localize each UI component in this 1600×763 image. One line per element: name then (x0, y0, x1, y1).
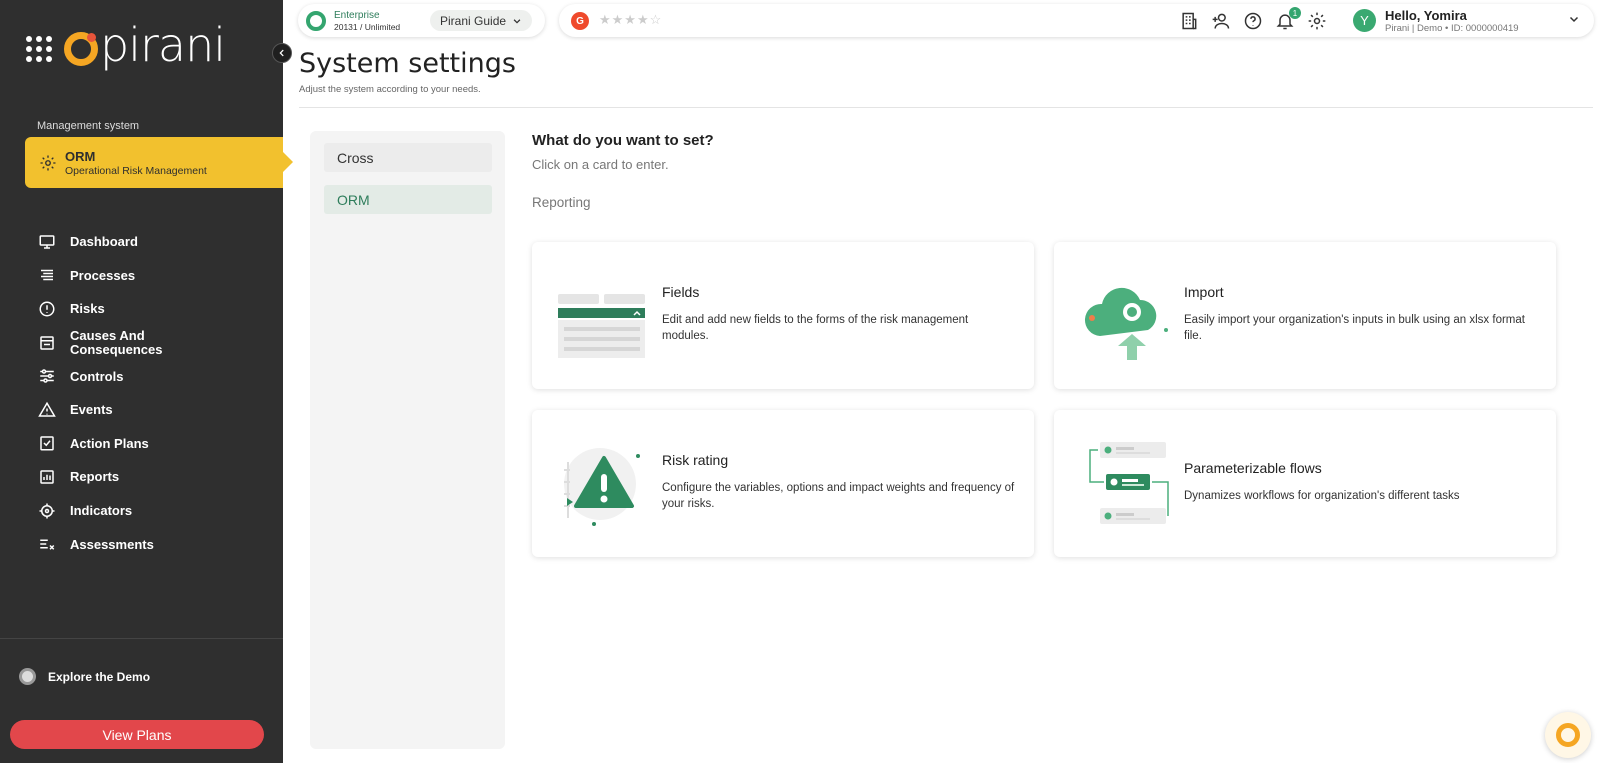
sidebar-item-processes[interactable]: Processes (38, 259, 268, 293)
settings-question: What do you want to set? (532, 132, 714, 149)
notification-badge: 1 (1289, 7, 1301, 19)
sidebar-item-label: Causes And Consequences (70, 327, 163, 357)
sidebar-item-label: Action Plans (70, 435, 149, 451)
assistant-launcher-button[interactable] (1545, 712, 1591, 758)
brand-row: pirani (26, 22, 226, 68)
avatar[interactable]: Y (1353, 9, 1376, 32)
sidebar-item-reports[interactable]: Reports (38, 460, 268, 494)
settings-category-panel: Cross ORM (310, 131, 505, 749)
enterprise-logo-icon (306, 10, 326, 31)
category-cross[interactable]: Cross (324, 143, 492, 172)
page-title: System settings (299, 48, 516, 79)
active-system-subtitle: Operational Risk Management (65, 164, 207, 177)
page-subtitle: Adjust the system according to your need… (299, 84, 481, 95)
pirani-guide-label: Pirani Guide (440, 13, 507, 28)
apps-grid-icon[interactable] (26, 36, 52, 62)
sidebar-item-risks[interactable]: Risks (38, 292, 268, 326)
pirani-guide-dropdown[interactable]: Pirani Guide (430, 10, 533, 31)
risk-warning-icon (564, 448, 640, 526)
card-title: Fields (662, 284, 700, 300)
sidebar-item-causes-and-consequences[interactable]: Causes And Consequences (38, 326, 268, 360)
card-parameterizable-flows[interactable]: Parameterizable flows Dynamizes workflow… (1054, 410, 1556, 557)
crosshair-icon (39, 503, 55, 519)
chevron-left-icon (279, 49, 284, 57)
pirani-logo-icon (64, 32, 98, 66)
sidebar-item-label: Events (70, 402, 113, 418)
sidebar-divider (0, 638, 283, 639)
monitor-icon (39, 235, 55, 249)
bar-chart-icon (40, 470, 54, 484)
header-divider (299, 107, 1593, 108)
category-orm[interactable]: ORM (324, 185, 492, 214)
sidebar-item-label: Indicators (70, 503, 133, 519)
card-description: Easily import your organization's inputs… (1184, 314, 1525, 342)
add-user-icon[interactable] (1211, 11, 1231, 31)
card-description: Dynamizes workflows for organization's d… (1184, 490, 1460, 502)
card-title: Risk rating (662, 452, 729, 468)
sliders-icon (40, 369, 54, 383)
warning-triangle-icon (38, 401, 56, 417)
rating-stars[interactable]: ★★★★☆ (599, 12, 662, 28)
settings-gear-icon[interactable] (1307, 11, 1327, 31)
card-risk-rating[interactable]: Risk rating Configure the variables, opt… (532, 410, 1034, 557)
sidebar-item-label: Assessments (70, 536, 154, 552)
explore-demo-label: Explore the Demo (48, 669, 151, 684)
workflow-icon (1089, 442, 1169, 524)
collapse-sidebar-button[interactable] (272, 43, 292, 63)
card-description: Edit and add new fields to the forms of … (662, 314, 969, 342)
sidebar: pirani Management system ORM Operational… (0, 0, 293, 763)
sidebar-item-label: Controls (70, 368, 124, 384)
explore-demo-link[interactable]: Explore the Demo (19, 668, 150, 685)
inbox-icon (40, 335, 54, 350)
card-title: Parameterizable flows (1184, 460, 1322, 476)
sidebar-item-assessments[interactable]: Assessments (38, 527, 268, 561)
active-system-orm[interactable]: ORM Operational Risk Management (25, 137, 293, 188)
plan-title: Enterprise (334, 9, 380, 21)
card-fields[interactable]: Fields Edit and add new fields to the fo… (532, 242, 1034, 389)
user-greeting: Hello, Yomira (1385, 8, 1467, 23)
sidebar-item-action-plans[interactable]: Action Plans (38, 427, 268, 461)
alert-circle-icon (39, 301, 55, 317)
top-toolbar: G ★★★★☆ 1 Y Hello, Yomira Pirani | Demo … (559, 4, 1594, 37)
explore-demo-icon (19, 668, 36, 685)
plan-info: Enterprise 20131 / Unlimited (334, 10, 400, 32)
g2-icon[interactable]: G (571, 12, 589, 30)
card-import[interactable]: Import Easily import your organization's… (1054, 242, 1556, 389)
toolbar-icons: 1 (1179, 7, 1339, 31)
settings-hint: Click on a card to enter. (532, 157, 669, 172)
sidebar-item-events[interactable]: Events (38, 393, 268, 427)
plan-subtitle: 20131 / Unlimited (334, 21, 401, 32)
checklist-icon (40, 436, 54, 451)
sidebar-item-indicators[interactable]: Indicators (38, 494, 268, 528)
management-system-label: Management system (37, 120, 140, 132)
pirani-assistant-icon (1556, 723, 1580, 747)
cloud-upload-icon (1084, 287, 1168, 360)
sidebar-nav: Dashboard Processes Risks Causes And Con… (38, 225, 268, 561)
sidebar-item-controls[interactable]: Controls (38, 359, 268, 393)
plan-bar: Enterprise 20131 / Unlimited Pirani Guid… (298, 4, 545, 37)
user-menu-chevron-down-icon[interactable] (1568, 13, 1580, 25)
user-account-info: Pirani | Demo • ID: 0000000419 (1385, 23, 1519, 34)
view-plans-button[interactable]: View Plans (10, 720, 264, 749)
sidebar-item-dashboard[interactable]: Dashboard (38, 225, 268, 259)
list-icon (41, 270, 53, 281)
section-label-reporting: Reporting (532, 195, 591, 210)
fields-form-icon (558, 294, 645, 358)
help-icon[interactable] (1243, 11, 1263, 31)
sidebar-item-label: Dashboard (70, 234, 138, 250)
sidebar-item-label: Risks (70, 301, 105, 317)
gear-icon (40, 155, 56, 170)
chevron-down-icon (513, 18, 521, 24)
card-description: Configure the variables, options and imp… (662, 482, 1015, 510)
brand-name: pirani (100, 18, 226, 72)
active-system-title: ORM (65, 148, 96, 164)
card-title: Import (1184, 284, 1224, 300)
sidebar-item-label: Processes (70, 267, 136, 283)
notifications-button[interactable]: 1 (1275, 7, 1301, 31)
assessment-icon (40, 539, 55, 550)
sidebar-item-label: Reports (70, 469, 120, 485)
building-icon[interactable] (1179, 11, 1199, 31)
